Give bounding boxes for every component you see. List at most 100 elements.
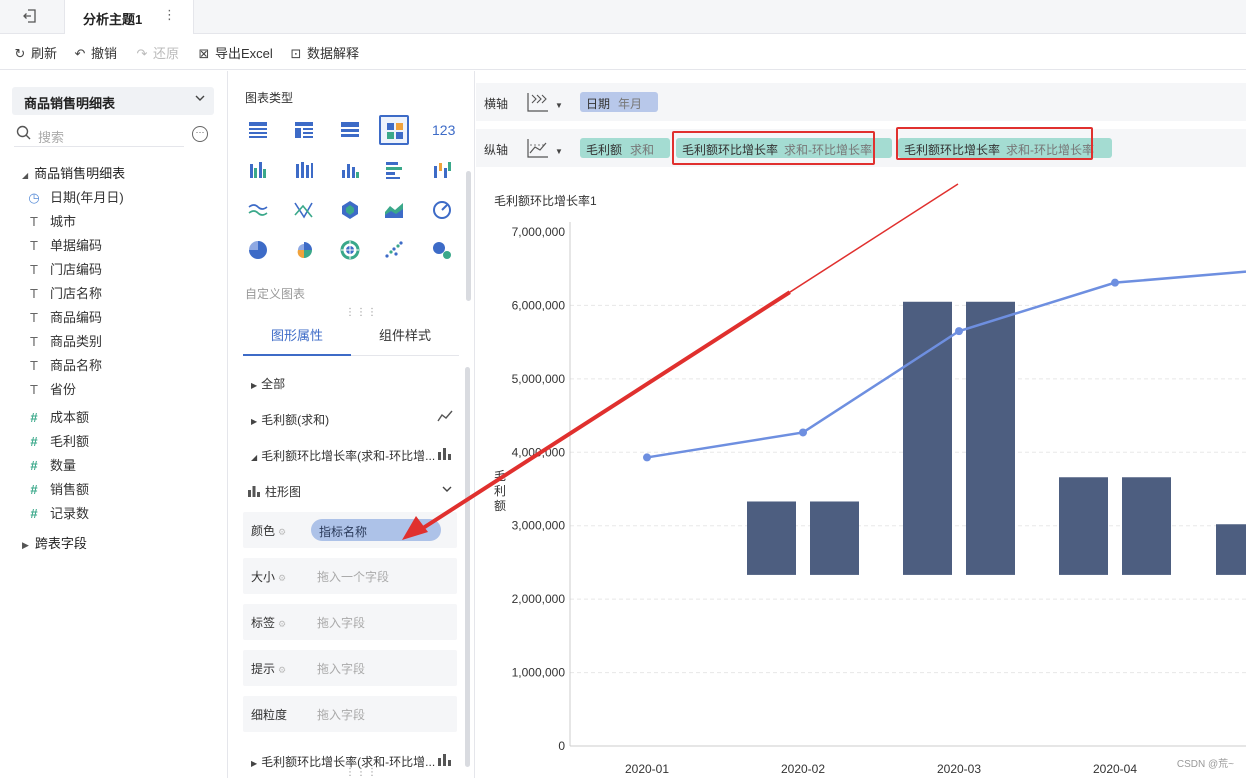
granularity-slot[interactable]: 细粒度 拖入字段 [243,696,457,732]
field-item[interactable]: T 商品名称 [26,355,102,375]
kpi-chart-icon[interactable]: 123 [427,115,457,145]
area-chart-icon[interactable] [379,195,409,225]
field-label: 成本额 [50,410,90,425]
field-item[interactable]: # 销售额 [26,479,89,499]
cross-table-fields[interactable]: ▶ 跨表字段 [22,533,87,552]
field-item[interactable]: T 门店名称 [26,283,102,303]
field-item[interactable]: # 数量 [26,455,76,475]
scatter-chart-icon[interactable] [379,235,409,265]
cross-line-chart-icon[interactable] [289,195,319,225]
grouped-bar-chart-icon[interactable] [243,155,273,185]
dataset-name: 商品销售明细表 [24,96,116,111]
y-axis-type-icon[interactable] [524,135,550,161]
tooltip-slot[interactable]: 提示 ⚙ 拖入字段 [243,650,457,686]
gauge-chart-icon[interactable] [427,195,457,225]
bar-chart-icon[interactable] [335,155,365,185]
data-explain-button[interactable]: ⊡ 数据解释 [288,43,359,61]
tooltip-drop-placeholder: 拖入字段 [317,662,366,676]
pie-chart-icon[interactable] [243,235,273,265]
auto-chart-icon[interactable] [379,115,409,145]
stacked-bar-chart-icon[interactable] [289,155,319,185]
undo-button[interactable]: ↶ 撤销 [72,43,117,61]
section-resize-handle[interactable]: ⋮⋮⋮ [345,307,378,318]
field-item[interactable]: # 记录数 [26,503,89,523]
search-input[interactable]: 搜索 [14,123,184,147]
y-field-sub: 求和 [630,143,655,157]
field-item[interactable]: T 商品编码 [26,307,102,327]
prop-profit-sum[interactable]: ▶ 毛利额(求和) [251,411,329,428]
bubble-chart-icon[interactable] [427,235,457,265]
bar-mark [966,301,1015,575]
chart-type-select[interactable]: 柱形图 [247,483,301,500]
redo-label: 还原 [153,46,180,61]
size-slot[interactable]: 大小 ⚙ 拖入一个字段 [243,558,457,594]
field-item[interactable]: T 门店编码 [26,259,102,279]
field-item[interactable]: # 毛利额 [26,431,89,451]
field-item[interactable]: T 单据编码 [26,235,102,255]
field-label: 商品编码 [50,310,103,325]
radar-chart-icon[interactable] [335,195,365,225]
gear-icon: ⚙ [278,527,287,537]
tree-root[interactable]: ◢ 商品销售明细表 [22,163,125,182]
cross-table-chart-icon[interactable] [289,115,319,145]
data-explain-label: 数据解释 [307,46,360,61]
dropdown-arrow-icon[interactable]: ▼ [555,147,563,156]
field-item[interactable]: T 商品类别 [26,331,102,351]
properties-scrollbar[interactable] [465,367,470,767]
field-item[interactable]: # 成本额 [26,407,89,427]
redo-button[interactable]: ↷ 还原 [134,43,179,61]
dropdown-arrow-icon[interactable]: ▼ [555,101,563,110]
prop-all[interactable]: ▶ 全部 [251,375,285,392]
sunburst-chart-icon[interactable] [335,235,365,265]
tab-analysis-theme[interactable]: 分析主题1 ⋮ [64,0,194,34]
table-chart-icon[interactable] [243,115,273,145]
more-options-icon[interactable]: ··· [192,126,208,142]
refresh-button[interactable]: ↻ 刷新 [12,43,57,61]
dataset-select[interactable]: 商品销售明细表 [12,87,214,115]
excel-icon: ⊠ [198,46,210,61]
property-tabs: 图形属性 组件样式 [243,319,459,356]
prop-ratio-2[interactable]: ▶ 毛利额环比增长率(求和-环比增... [251,753,435,770]
tab-more-icon[interactable]: ⋮ [163,7,176,23]
x-tick-label: 2020-02 [781,762,825,776]
undo-icon: ↶ [74,46,86,61]
prop-ratio-1-label: 毛利额环比增长率(求和-环比增... [261,449,436,463]
section-resize-handle[interactable]: ⋮⋮⋮ [345,767,378,778]
expand-arrow-icon: ▶ [22,540,29,550]
chart-type-title: 图表类型 [245,91,294,105]
field-label: 毛利额 [50,434,90,449]
rose-chart-icon[interactable] [289,235,319,265]
x-field-pill[interactable]: 日期 年月 [580,92,658,112]
label-slot[interactable]: 标签 ⚙ 拖入字段 [243,604,457,640]
tab-component-style[interactable]: 组件样式 [351,319,459,356]
annotation-highlight-box [672,131,875,165]
color-slot[interactable]: 颜色 ⚙ 指标名称 [243,512,457,548]
export-excel-button[interactable]: ⊠ 导出Excel [196,43,273,61]
bar-type-icon [437,446,453,463]
color-field-pill[interactable]: 指标名称 [311,519,441,541]
field-item[interactable]: T 省份 [26,379,76,399]
back-icon[interactable] [14,8,46,26]
horizontal-bar-chart-icon[interactable] [379,155,409,185]
label-slot-label: 标签 ⚙ [251,616,287,630]
x-field-sub: 年月 [618,97,643,111]
tab-graphic-properties[interactable]: 图形属性 [243,319,351,356]
waterfall-chart-icon[interactable] [427,155,457,185]
x-axis-type-icon[interactable] [524,89,550,115]
granularity-drop-placeholder: 拖入字段 [317,708,366,722]
text-field-icon: T [30,214,38,229]
y-field-pill-profit[interactable]: 毛利额 求和 [580,138,670,158]
field-item[interactable]: T 城市 [26,211,76,231]
y-axis-label: 纵轴 [484,143,509,157]
x-tick-label: 2020-01 [625,762,669,776]
refresh-label: 刷新 [31,46,58,61]
prop-ratio-1[interactable]: ◢ 毛利额环比增长率(求和-环比增... [251,447,435,464]
line-chart-icon[interactable] [243,195,273,225]
field-item[interactable]: ◷ 日期(年月日) [26,187,123,207]
tab-bar: 分析主题1 ⋮ [0,0,1246,34]
number-field-icon: # [30,506,38,521]
chart-type-scrollbar[interactable] [466,171,471,301]
chevron-down-icon[interactable] [441,483,453,498]
x-axis-label: 横轴 [484,97,509,111]
detail-table-chart-icon[interactable] [335,115,365,145]
